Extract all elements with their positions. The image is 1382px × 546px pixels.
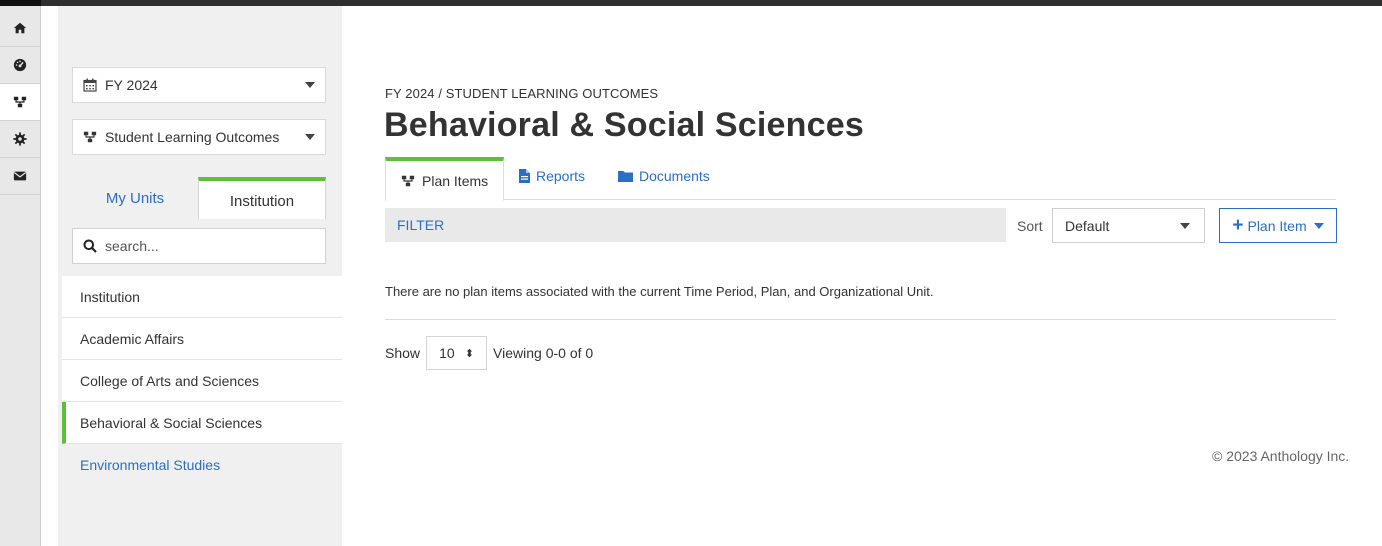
add-plan-item-button[interactable]: + Plan Item	[1219, 208, 1337, 243]
viewing-count: Viewing 0-0 of 0	[493, 345, 594, 361]
sort-arrows-icon: ⬍	[464, 347, 474, 360]
folder-icon	[618, 170, 633, 182]
sitemap-icon	[401, 175, 415, 186]
rail-messages[interactable]	[0, 158, 40, 195]
rail-dashboard[interactable]	[0, 47, 40, 84]
home-icon	[13, 22, 27, 34]
show-label: Show	[385, 345, 421, 361]
page-title: Behavioral & Social Sciences	[384, 106, 864, 144]
breadcrumb: FY 2024 / STUDENT LEARNING OUTCOMES	[385, 86, 659, 101]
chevron-down-icon	[305, 134, 315, 140]
tab-my-units[interactable]: My Units	[72, 177, 198, 219]
plus-icon: +	[1232, 215, 1244, 236]
envelope-icon	[13, 171, 27, 181]
unit-item-environmental-studies[interactable]: Environmental Studies	[62, 444, 342, 486]
calendar-icon	[83, 78, 97, 92]
unit-scope-tabs: My Units Institution	[72, 177, 326, 219]
tab-institution[interactable]: Institution	[198, 177, 326, 219]
rail-home[interactable]	[0, 10, 40, 47]
tab-reports-label: Reports	[536, 167, 586, 184]
dashboard-icon	[13, 58, 27, 72]
empty-state-message: There are no plan items associated with …	[385, 284, 934, 299]
sort-value: Default	[1065, 217, 1110, 234]
gear-icon	[13, 132, 27, 146]
chevron-down-icon	[1180, 222, 1190, 229]
plan-dropdown[interactable]: Student Learning Outcomes	[72, 119, 326, 155]
search-placeholder: search...	[105, 238, 159, 254]
add-plan-item-label: Plan Item	[1247, 217, 1307, 234]
chevron-down-icon	[1313, 222, 1324, 229]
search-icon	[83, 239, 97, 253]
filter-toggle[interactable]: FILTER	[385, 208, 1006, 242]
tab-documents[interactable]: Documents	[618, 154, 710, 197]
rail-settings[interactable]	[0, 121, 40, 158]
tab-plan-items[interactable]: Plan Items	[385, 157, 504, 201]
page-size-select[interactable]: 10 ⬍	[426, 336, 488, 370]
page-size-value: 10	[439, 345, 455, 361]
file-icon	[519, 168, 530, 183]
tab-plan-items-label: Plan Items	[422, 172, 489, 189]
unit-list: Institution Academic Affairs College of …	[62, 276, 342, 486]
unit-item-institution[interactable]: Institution	[62, 276, 342, 318]
copyright: © 2023 Anthology Inc.	[1212, 448, 1350, 464]
rail-plans[interactable]	[0, 84, 40, 121]
chevron-down-icon	[305, 82, 315, 88]
pagination: Show 10 ⬍ Viewing 0-0 of 0	[385, 336, 593, 370]
plan-label: Student Learning Outcomes	[105, 129, 280, 145]
tab-reports[interactable]: Reports	[519, 154, 585, 197]
fiscal-year-label: FY 2024	[105, 77, 158, 93]
unit-item-college-of-arts-and-sciences[interactable]: College of Arts and Sciences	[62, 360, 342, 402]
divider	[385, 319, 1336, 320]
fiscal-year-dropdown[interactable]: FY 2024	[72, 67, 326, 103]
unit-item-behavioral-social-sciences[interactable]: Behavioral & Social Sciences	[62, 402, 342, 444]
unit-item-academic-affairs[interactable]: Academic Affairs	[62, 318, 342, 360]
tab-documents-label: Documents	[639, 167, 710, 184]
sitemap-icon	[13, 96, 27, 108]
unit-search-input[interactable]: search...	[72, 228, 326, 264]
sort-label: Sort	[1017, 218, 1043, 234]
icon-rail	[0, 6, 41, 546]
sort-select[interactable]: Default	[1052, 208, 1205, 243]
content-tabs: Plan Items Reports Documents	[385, 154, 1336, 201]
sitemap-icon	[83, 130, 97, 144]
